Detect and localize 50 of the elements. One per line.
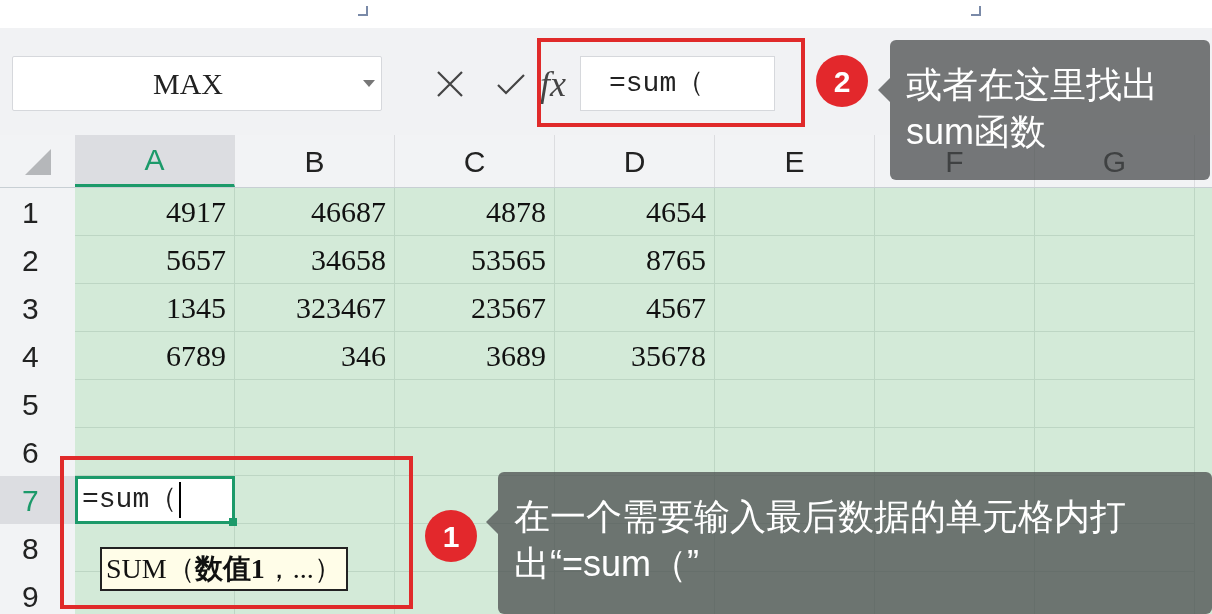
row-header[interactable]: 3 (0, 284, 75, 332)
row-header[interactable]: 6 (0, 428, 75, 476)
cell-editor[interactable]: =sum（ (75, 476, 235, 524)
table-cell[interactable]: 8765 (555, 236, 715, 284)
name-box[interactable]: MAX (12, 56, 382, 111)
step-badge: 1 (425, 510, 477, 562)
corner-mark-icon (358, 6, 368, 16)
corner-mark-icon (971, 6, 981, 16)
table-cell[interactable]: 5657 (75, 236, 235, 284)
table-cell[interactable]: 46687 (235, 188, 395, 236)
table-cell[interactable]: 3689 (395, 332, 555, 380)
table-cell[interactable]: 34658 (235, 236, 395, 284)
table-cell[interactable]: 4567 (555, 284, 715, 332)
dropdown-caret-icon[interactable] (363, 79, 375, 88)
fill-handle[interactable] (229, 518, 237, 526)
row-header[interactable]: 9 (0, 572, 75, 614)
close-icon[interactable] (436, 69, 464, 98)
row-header[interactable]: 8 (0, 524, 75, 572)
table-cell[interactable]: 6789 (75, 332, 235, 380)
table-cell[interactable]: 4917 (75, 188, 235, 236)
function-button[interactable]: fx (540, 56, 566, 111)
callout-text: 或者在这里找出sum函数 (906, 63, 1159, 152)
select-all-icon[interactable] (24, 149, 51, 175)
row-header[interactable]: 4 (0, 332, 75, 380)
table-cell[interactable] (235, 428, 395, 476)
table-cell[interactable] (75, 380, 235, 428)
text-cursor (179, 482, 182, 518)
table-cell[interactable]: 323467 (235, 284, 395, 332)
table-cell[interactable]: 35678 (555, 332, 715, 380)
table-cell[interactable]: 4654 (555, 188, 715, 236)
table-cell[interactable] (875, 188, 1035, 236)
row-header[interactable]: 1 (0, 188, 75, 236)
table-cell[interactable] (1035, 188, 1195, 236)
callout-text: 在一个需要输入最后数据的单元格内打出“=sum（” (514, 495, 1127, 586)
column-header[interactable]: D (555, 135, 715, 187)
table-cell[interactable] (235, 476, 395, 524)
table-cell[interactable]: 1345 (75, 284, 235, 332)
table-cell[interactable]: 53565 (395, 236, 555, 284)
column-header[interactable]: B (235, 135, 395, 187)
column-header[interactable]: E (715, 135, 875, 187)
formula-field[interactable]: =sum（ (580, 56, 775, 111)
table-cell[interactable]: 4878 (395, 188, 555, 236)
table-cell[interactable] (715, 188, 875, 236)
column-header[interactable]: C (395, 135, 555, 187)
autocomplete-tooltip[interactable]: SUM（数值1，...） (100, 547, 348, 591)
table-cell[interactable]: 23567 (395, 284, 555, 332)
row-header[interactable]: 2 (0, 236, 75, 284)
table-cell[interactable]: 346 (235, 332, 395, 380)
check-icon[interactable] (496, 71, 526, 96)
row-header[interactable]: 5 (0, 380, 75, 428)
